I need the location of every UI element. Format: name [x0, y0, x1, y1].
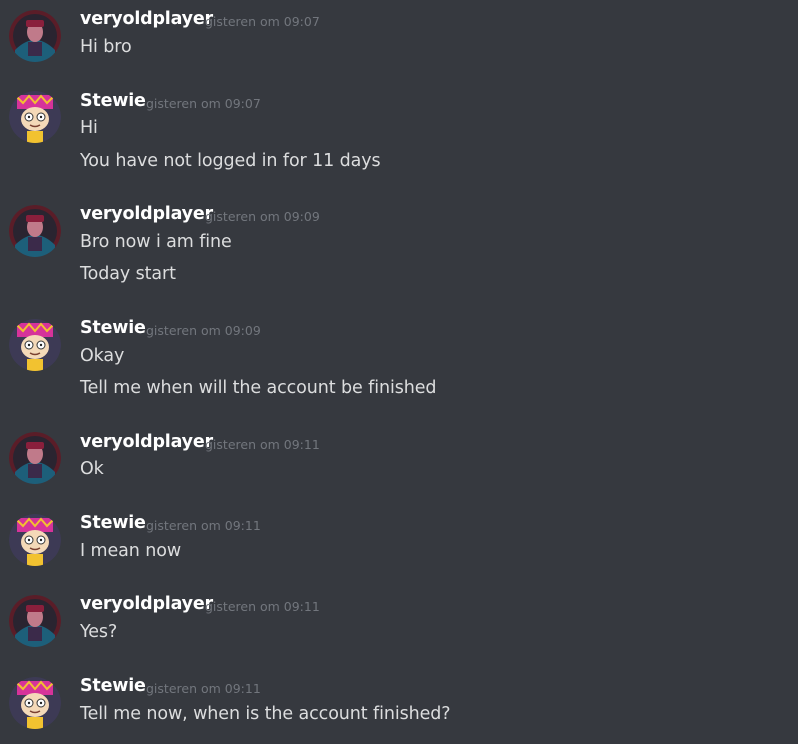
- message-text: Today start: [80, 264, 176, 284]
- stewie-avatar-icon[interactable]: [9, 91, 61, 143]
- message-author[interactable]: veryoldplayer: [80, 9, 213, 29]
- message-timestamp: gisteren om 09:11: [146, 681, 261, 696]
- message-author[interactable]: veryoldplayer: [80, 594, 213, 614]
- message-text: Yes?: [80, 622, 118, 642]
- message-text: Tell me when will the account be finishe…: [80, 378, 437, 398]
- message-author[interactable]: veryoldplayer: [80, 204, 213, 224]
- message-text: Hi: [80, 118, 98, 138]
- stewie-avatar-icon[interactable]: [9, 514, 61, 566]
- player-avatar-icon[interactable]: [9, 10, 61, 62]
- message-timestamp: gisteren om 09:11: [205, 599, 320, 614]
- player-avatar-icon[interactable]: [9, 432, 61, 484]
- chat-messages: veryoldplayer gisteren om 09:07 Hi bro S…: [0, 0, 798, 744]
- message-text: Okay: [80, 346, 125, 366]
- message-author[interactable]: Stewie: [80, 91, 146, 111]
- message-timestamp: gisteren om 09:11: [205, 437, 320, 452]
- message-author[interactable]: Stewie: [80, 676, 146, 696]
- message-timestamp: gisteren om 09:09: [205, 209, 320, 224]
- message-text: Ok: [80, 459, 104, 479]
- message-timestamp: gisteren om 09:11: [146, 518, 261, 533]
- message-text: Hi bro: [80, 37, 132, 57]
- message-author[interactable]: Stewie: [80, 513, 146, 533]
- message-timestamp: gisteren om 09:07: [146, 96, 261, 111]
- message-text: Bro now i am fine: [80, 232, 232, 252]
- message-text: Tell me now, when is the account finishe…: [80, 704, 451, 724]
- message-text: You have not logged in for 11 days: [80, 151, 381, 171]
- message-author[interactable]: veryoldplayer: [80, 432, 213, 452]
- message-author[interactable]: Stewie: [80, 318, 146, 338]
- stewie-avatar-icon[interactable]: [9, 677, 61, 729]
- stewie-avatar-icon[interactable]: [9, 319, 61, 371]
- player-avatar-icon[interactable]: [9, 595, 61, 647]
- message-timestamp: gisteren om 09:09: [146, 323, 261, 338]
- message-text: I mean now: [80, 541, 182, 561]
- message-timestamp: gisteren om 09:07: [205, 14, 320, 29]
- player-avatar-icon[interactable]: [9, 205, 61, 257]
